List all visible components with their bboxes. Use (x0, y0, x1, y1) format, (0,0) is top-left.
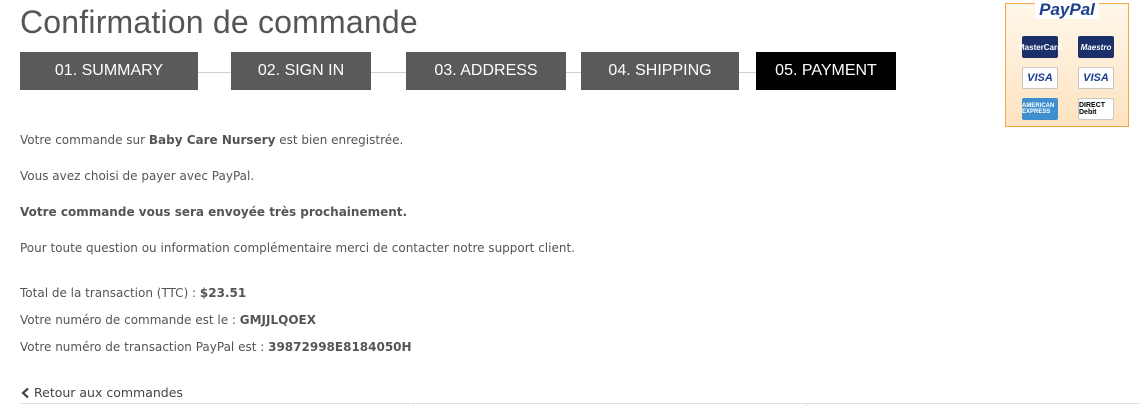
visa-electron-icon: VISA (1078, 67, 1114, 89)
order-reference: Votre numéro de commande est le : GMJJLQ… (20, 313, 316, 327)
mastercard-icon: MasterCard (1018, 36, 1062, 58)
step-shipping[interactable]: 04. SHIPPING (581, 52, 739, 90)
paypal-logo: PayPal (1006, 0, 1128, 20)
checkout-steps: 01. SUMMARY 02. SIGN IN 03. ADDRESS 04. … (20, 52, 896, 90)
total-value: $23.51 (199, 286, 247, 300)
transaction-value: 39872998E8184050H (268, 340, 412, 354)
support-text: Pour toute question ou information compl… (20, 241, 575, 255)
back-link-label: Retour aux commandes (34, 385, 183, 400)
order-label: Votre numéro de commande est le : (20, 313, 240, 327)
direct-debit-icon: DIRECT Debit (1078, 98, 1114, 120)
footer-divider (20, 403, 1140, 404)
payment-method-text: Vous avez choisi de payer avec PayPal. (20, 169, 255, 183)
chevron-left-icon (21, 387, 29, 398)
back-to-orders-link[interactable]: Retour aux commandes (20, 385, 183, 400)
total-label: Total de la transaction (TTC) : (20, 286, 200, 300)
line1-prefix: Votre commande sur (20, 133, 149, 147)
amex-icon: AMERICAN EXPRESS (1022, 98, 1058, 120)
step-payment[interactable]: 05. PAYMENT (756, 52, 896, 90)
step-sign-in[interactable]: 02. SIGN IN (231, 52, 371, 90)
page-title: Confirmation de commande (20, 4, 418, 40)
shop-name: Baby Care Nursery (148, 133, 276, 147)
paypal-transaction-id: Votre numéro de transaction PayPal est :… (20, 340, 412, 354)
line1-suffix: est bien enregistrée. (275, 133, 404, 147)
paypal-payment-badge: PayPal MasterCard Maestro VISA VISA AMER… (1005, 0, 1129, 127)
maestro-icon: Maestro (1078, 36, 1114, 58)
transaction-total: Total de la transaction (TTC) : $23.51 (20, 286, 246, 300)
step-address[interactable]: 03. ADDRESS (406, 52, 566, 90)
order-registered-text: Votre commande sur Baby Care Nursery est… (20, 133, 403, 147)
transaction-label: Votre numéro de transaction PayPal est : (20, 340, 269, 354)
order-value: GMJJLQOEX (239, 313, 316, 327)
step-summary[interactable]: 01. SUMMARY (20, 52, 198, 90)
shipping-notice-text: Votre commande vous sera envoyée très pr… (20, 205, 408, 219)
visa-icon: VISA (1022, 67, 1058, 89)
